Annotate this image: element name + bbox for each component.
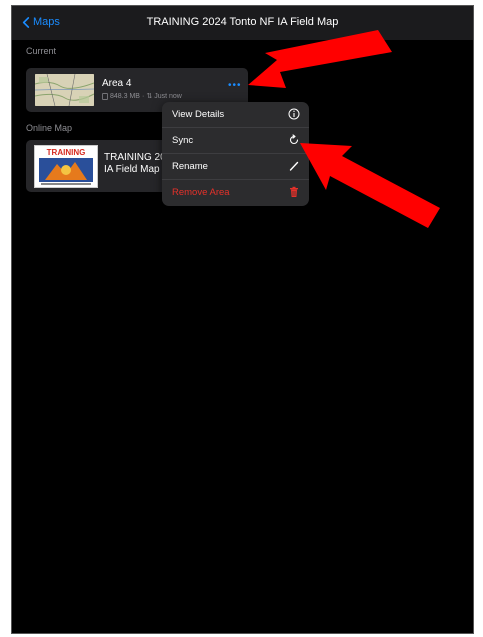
- menu-item-view-details[interactable]: View Details: [162, 102, 309, 128]
- nav-bar: Maps TRAINING 2024 Tonto NF IA Field Map: [12, 6, 473, 40]
- menu-item-sync[interactable]: Sync: [162, 128, 309, 154]
- menu-item-rename[interactable]: Rename: [162, 154, 309, 180]
- area-size: 848.3 MB: [110, 92, 140, 100]
- context-menu: View Details Sync Rename Remove Area: [162, 102, 309, 206]
- more-options-button[interactable]: •••: [228, 80, 242, 91]
- sync-icon: [289, 134, 299, 145]
- menu-item-label: View Details: [172, 109, 225, 120]
- page-title: TRAINING 2024 Tonto NF IA Field Map: [146, 16, 339, 28]
- meta-separator: ·: [141, 92, 145, 100]
- menu-item-label: Remove Area: [172, 187, 230, 198]
- thumb-banner: TRAINING: [47, 148, 86, 157]
- menu-item-label: Rename: [172, 161, 208, 172]
- sync-status-icon: ⇅: [146, 93, 153, 100]
- area-map-thumbnail: [35, 74, 94, 106]
- app-screen: Maps TRAINING 2024 Tonto NF IA Field Map…: [11, 5, 474, 634]
- online-map-name-line1: TRAINING 20: [104, 152, 166, 163]
- trash-icon: [290, 186, 298, 197]
- online-map-name: TRAINING 20 IA Field Map: [104, 152, 166, 176]
- file-icon: [102, 92, 108, 100]
- online-map-thumbnail: TRAINING: [34, 145, 98, 188]
- info-icon: [288, 108, 300, 120]
- pencil-icon: [289, 161, 299, 171]
- menu-item-remove-area[interactable]: Remove Area: [162, 180, 309, 206]
- area-name: Area 4: [102, 78, 132, 89]
- menu-item-label: Sync: [172, 135, 194, 146]
- sync-status: Just now: [154, 92, 182, 100]
- area-metadata: 848.3 MB · ⇅ Just now: [102, 92, 182, 100]
- online-map-name-line2: IA Field Map: [104, 164, 160, 175]
- section-header-current: Current: [26, 46, 57, 56]
- section-header-online: Online Map: [26, 123, 73, 133]
